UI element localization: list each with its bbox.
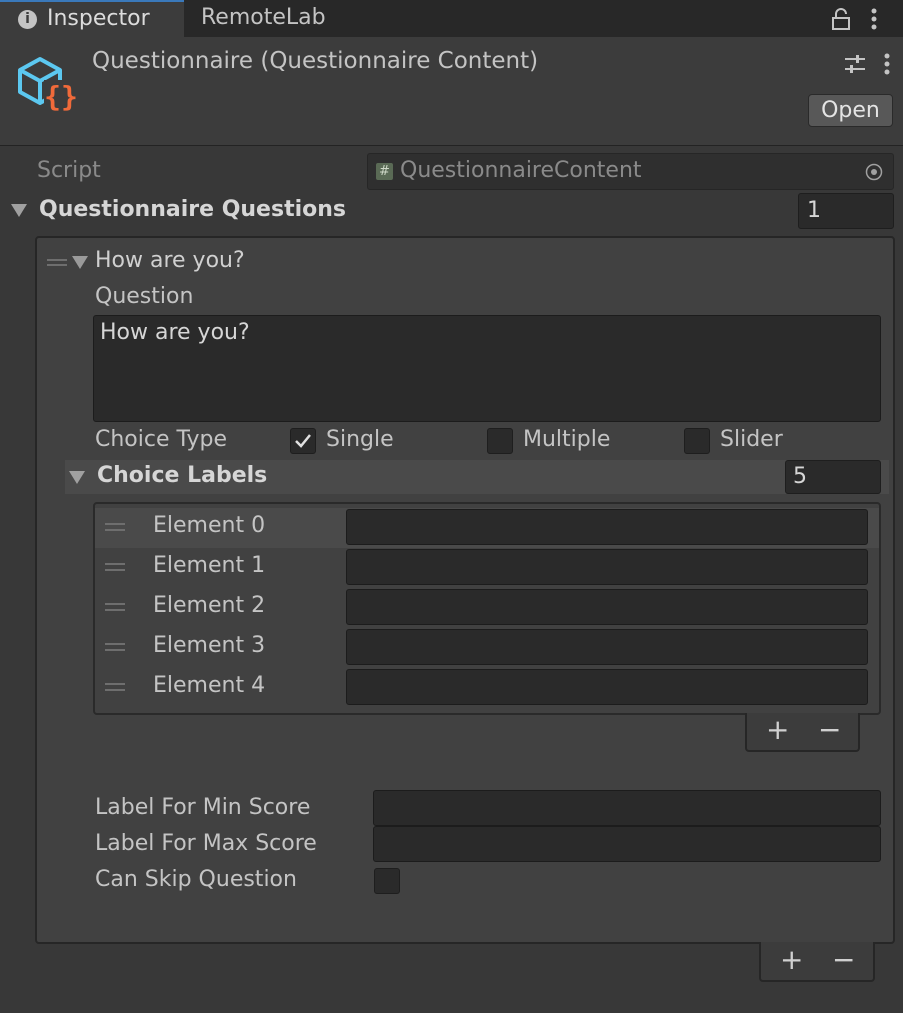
object-picker-icon[interactable] (865, 163, 883, 181)
max-score-field[interactable] (373, 826, 881, 862)
single-checkbox[interactable] (290, 428, 316, 454)
questions-footer (759, 942, 875, 982)
remove-choice-button[interactable]: − (818, 716, 841, 744)
element-field[interactable] (346, 629, 868, 665)
can-skip-checkbox[interactable] (374, 868, 400, 894)
question-textarea[interactable]: How are you? (93, 315, 881, 422)
multiple-checkbox[interactable] (487, 428, 513, 454)
drag-handle-icon[interactable] (105, 603, 125, 612)
checkmark-icon (295, 434, 311, 448)
remove-question-button[interactable]: − (832, 946, 855, 974)
open-button[interactable]: Open (808, 94, 893, 127)
element-label: Element 3 (153, 633, 266, 658)
script-value: QuestionnaireContent (400, 158, 642, 183)
tab-remotelab[interactable]: RemoteLab (201, 5, 326, 30)
add-choice-button[interactable]: + (766, 716, 789, 744)
element-label: Element 2 (153, 593, 266, 618)
questions-count-field[interactable]: 1 (798, 193, 894, 229)
tab-inspector-label: Inspector (47, 6, 150, 31)
tab-inspector[interactable]: i Inspector (0, 0, 184, 37)
csharp-script-icon: # (376, 163, 393, 180)
can-skip-label: Can Skip Question (95, 867, 297, 892)
kebab-menu-icon[interactable] (880, 52, 894, 76)
slider-label: Slider (720, 427, 783, 452)
min-score-label: Label For Min Score (95, 795, 311, 820)
question-label: Question (95, 284, 194, 309)
drag-handle-icon[interactable] (105, 643, 125, 652)
drag-handle-icon[interactable] (105, 683, 125, 692)
drag-handle-icon[interactable] (105, 523, 125, 532)
element-field[interactable] (346, 589, 868, 625)
drag-handle-icon[interactable] (105, 563, 125, 572)
script-label: Script (37, 158, 101, 183)
info-icon: i (18, 10, 37, 29)
element-field[interactable] (346, 509, 868, 545)
drag-handle-icon[interactable] (47, 258, 67, 268)
kebab-menu-icon[interactable] (866, 6, 882, 32)
asset-title: Questionnaire (Questionnaire Content) (92, 48, 539, 74)
choice-type-label: Choice Type (95, 427, 228, 452)
element-field[interactable] (346, 669, 868, 705)
scriptable-object-icon: {} (18, 57, 78, 112)
element-label: Element 4 (153, 673, 266, 698)
questionnaire-questions-label[interactable]: Questionnaire Questions (39, 197, 346, 222)
foldout-arrow-icon[interactable] (72, 256, 88, 269)
sliders-icon[interactable] (843, 52, 867, 76)
foldout-arrow-icon[interactable] (69, 471, 85, 484)
max-score-label: Label For Max Score (95, 831, 317, 856)
multiple-label: Multiple (523, 427, 611, 452)
svg-text:{}: {} (44, 80, 78, 112)
lock-icon[interactable] (830, 6, 852, 32)
question-element-title[interactable]: How are you? (95, 248, 245, 273)
min-score-field[interactable] (373, 790, 881, 826)
add-question-button[interactable]: + (780, 946, 803, 974)
element-field[interactable] (346, 549, 868, 585)
slider-checkbox[interactable] (684, 428, 710, 454)
element-label: Element 0 (153, 513, 266, 538)
choice-labels-count-field[interactable]: 5 (785, 460, 881, 494)
single-label: Single (326, 427, 394, 452)
foldout-arrow-icon[interactable] (11, 204, 27, 217)
choice-labels-footer (745, 713, 860, 752)
element-label: Element 1 (153, 553, 266, 578)
choice-labels-label[interactable]: Choice Labels (97, 463, 267, 488)
script-field[interactable]: # QuestionnaireContent (367, 153, 894, 190)
